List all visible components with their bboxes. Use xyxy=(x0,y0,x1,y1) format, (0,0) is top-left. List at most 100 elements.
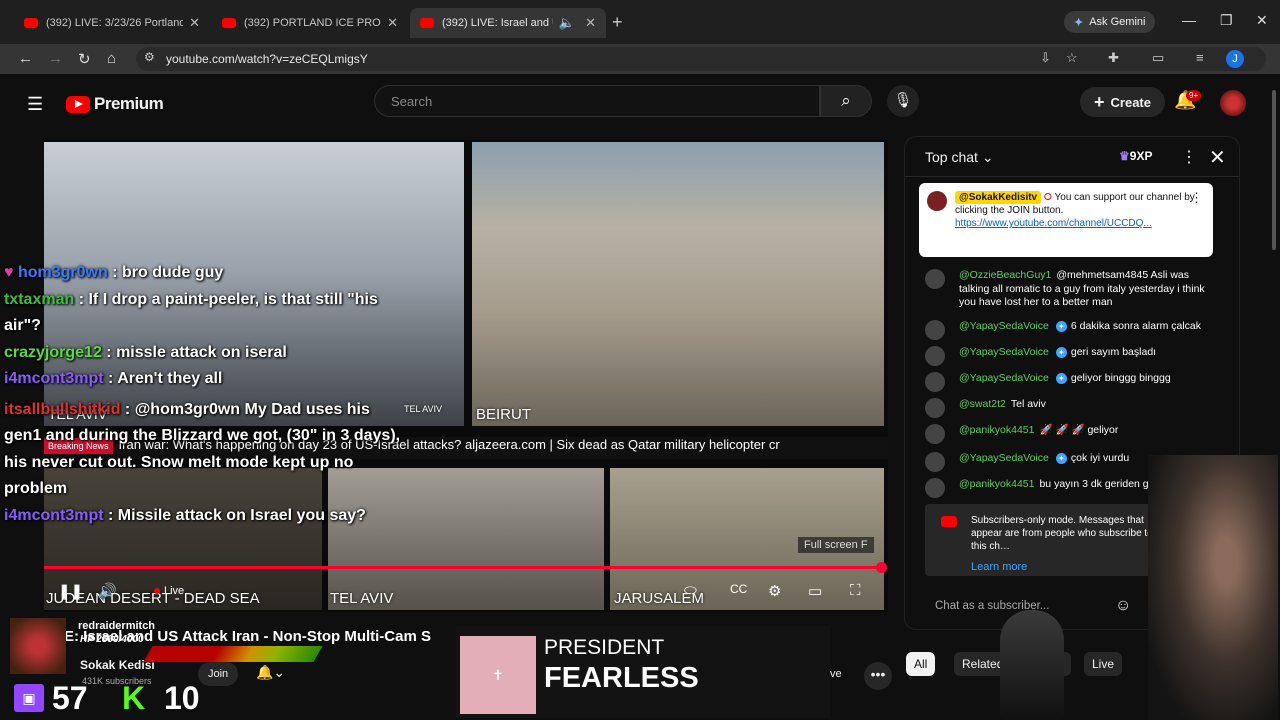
pinned-message[interactable]: @SokakKedisitv ⭘ You can support our cha… xyxy=(919,183,1213,257)
crown-icon: ♛ xyxy=(1119,149,1130,163)
browser-tab[interactable]: (392) LIVE: 3/23/26 Portland Pr… ✕ xyxy=(14,8,210,38)
omnibox[interactable]: ⚙ youtube.com/watch?v=zeCEQLmigsY ⇩ ☆ ✚ … xyxy=(136,47,1266,71)
stream-chat-overlay: ♥ hom3gr0wn : bro dude guy txtaxman : If… xyxy=(4,260,404,529)
pinned-link[interactable]: https://www.youtube.com/channel/UCCDQ... xyxy=(955,218,1152,229)
chat-author[interactable]: @YapaySedaVoice xyxy=(959,320,1049,332)
top-chat-label: Top chat xyxy=(925,149,978,165)
more-actions-icon[interactable]: ••• xyxy=(864,662,892,690)
close-tab-icon[interactable]: ✕ xyxy=(189,15,200,31)
profile-avatar[interactable]: J xyxy=(1226,50,1244,68)
overlay-chat-line: ♥ hom3gr0wn : bro dude guy xyxy=(4,260,404,287)
overlay-chat-line: i4mcont3mpt : Missile attack on Israel y… xyxy=(4,503,404,530)
autoplay-toggle-icon[interactable]: ⬭ xyxy=(684,582,697,599)
save-label[interactable]: ve xyxy=(830,668,842,680)
maximize-icon[interactable]: ❐ xyxy=(1220,12,1233,29)
avatar xyxy=(925,398,945,418)
camera-watermark: TEL AVIV xyxy=(404,404,443,414)
account-avatar[interactable] xyxy=(1220,90,1246,116)
subscribed-bell-icon[interactable]: 🔔⌄ xyxy=(256,664,285,681)
chat-message[interactable]: @OzzieBeachGuy1 @mehmetsam4845 Asli was t… xyxy=(925,269,1215,310)
close-window-icon[interactable]: ✕ xyxy=(1256,12,1268,29)
progress-bar[interactable] xyxy=(44,566,882,569)
minimize-icon[interactable]: — xyxy=(1182,12,1196,28)
chat-message[interactable]: @swat2t2 Tel aviv xyxy=(925,398,1215,418)
progress-scrubber[interactable] xyxy=(876,562,887,573)
chat-author[interactable]: @OzzieBeachGuy1 xyxy=(959,269,1051,281)
subscribers-only-notice: Subscribers-only mode. Messages that app… xyxy=(925,504,1169,576)
captions-icon[interactable]: CC xyxy=(730,582,747,596)
settings-gear-icon[interactable]: ⚙ xyxy=(768,582,781,600)
chip-all[interactable]: All xyxy=(906,652,936,676)
tab-title: (392) LIVE: 3/23/26 Portland Pr… xyxy=(46,17,184,29)
pinned-author: @SokakKedisitv xyxy=(955,191,1042,204)
chat-author[interactable]: @swat2t2 xyxy=(959,398,1006,410)
top-chat-dropdown[interactable]: Top chat ⌄ xyxy=(925,149,994,166)
new-tab-button[interactable]: + xyxy=(612,12,623,33)
chat-message[interactable]: @YapaySedaVoice ✦ geliyor binggg binggg xyxy=(925,372,1215,392)
search-button[interactable]: ⌕ xyxy=(820,85,872,117)
chat-message[interactable]: @YapaySedaVoice ✦ 6 dakika sonra alarm çal… xyxy=(925,320,1215,340)
cast-icon[interactable]: ▭ xyxy=(1152,50,1164,66)
overlay-chat-user: itsallbullshitkid xyxy=(4,400,121,418)
page-scrollbar[interactable] xyxy=(1272,90,1276,250)
close-chat-icon[interactable]: ✕ xyxy=(1209,145,1226,170)
close-tab-icon[interactable]: ✕ xyxy=(387,15,398,31)
fullscreen-icon[interactable]: ⛶ xyxy=(850,582,861,599)
volume-icon[interactable]: 🔊 xyxy=(98,582,117,600)
browser-tab-active[interactable]: (392) LIVE: Israel and US At… 🔈 ✕ xyxy=(410,8,606,38)
youtube-logo[interactable]: Premium xyxy=(66,94,164,114)
chat-menu-icon[interactable]: ⋮ xyxy=(1181,147,1197,167)
chat-message[interactable]: @panikyok4451 🚀 🚀 🚀 geliyor xyxy=(925,424,1215,444)
bookmark-star-icon[interactable]: ☆ xyxy=(1066,50,1078,66)
home-icon[interactable]: ⌂ xyxy=(107,50,116,67)
member-badge-icon: ✦ xyxy=(1055,320,1067,332)
pinned-menu-icon[interactable]: ⋮ xyxy=(1190,191,1203,204)
youtube-play-icon xyxy=(66,95,90,113)
overlay-chat-line: crazyjorge12 : missle attack on iseral xyxy=(4,340,404,367)
browser-tab-bar: (392) LIVE: 3/23/26 Portland Pr… ✕ (392) … xyxy=(0,0,1280,44)
avatar xyxy=(925,346,945,366)
youtube-favicon-icon xyxy=(222,18,236,28)
chat-author[interactable]: @panikyok4451 xyxy=(959,478,1034,490)
url-text: youtube.com/watch?v=zeCEQLmigsY xyxy=(166,52,368,66)
reload-icon[interactable]: ↻ xyxy=(78,50,91,68)
search-icon: ⌕ xyxy=(841,91,851,110)
forward-icon[interactable]: → xyxy=(48,50,63,67)
pause-icon[interactable]: ❚❚ xyxy=(58,582,83,600)
chat-author[interactable]: @YapaySedaVoice xyxy=(959,452,1049,464)
live-badge[interactable]: Live xyxy=(154,585,184,597)
chat-author[interactable]: @panikyok4451 xyxy=(959,424,1034,436)
voice-search-button[interactable]: 🎙 xyxy=(887,85,919,117)
media-icon[interactable]: ≡ xyxy=(1196,50,1204,65)
xp-badge[interactable]: ♛9XP xyxy=(1119,149,1152,163)
overlay-chat-line: i4mcont3mpt : Aren't they all xyxy=(4,366,404,393)
sub-mode-text: Subscribers-only mode. Messages that app… xyxy=(971,515,1153,552)
chat-badge-icon: ♥ xyxy=(4,264,14,281)
chat-author[interactable]: @YapaySedaVoice xyxy=(959,372,1049,384)
install-icon[interactable]: ⇩ xyxy=(1040,50,1051,66)
emoji-icon[interactable]: ☺ xyxy=(1115,597,1131,615)
menu-icon[interactable]: ☰ xyxy=(27,94,43,115)
overlay-chat-text: : Aren't they all xyxy=(103,370,223,387)
extensions-icon[interactable]: ✚ xyxy=(1108,50,1119,66)
site-info-icon[interactable]: ⚙ xyxy=(144,50,155,64)
close-tab-icon[interactable]: ✕ xyxy=(585,15,596,31)
create-button[interactable]: + Create xyxy=(1080,87,1165,117)
chip-live[interactable]: Live xyxy=(1084,652,1123,676)
back-icon[interactable]: ← xyxy=(18,50,33,67)
chevron-down-icon: ⌄ xyxy=(981,149,994,165)
speaker-icon[interactable]: 🔈 xyxy=(559,15,575,31)
webcam-overlay xyxy=(1148,455,1278,720)
search-input[interactable]: Search xyxy=(374,85,820,117)
avatar xyxy=(925,452,945,472)
learn-more-link[interactable]: Learn more xyxy=(971,561,1161,574)
theater-mode-icon[interactable]: ▭ xyxy=(808,582,822,600)
join-button[interactable]: Join xyxy=(198,662,239,686)
browser-tab[interactable]: (392) PORTLAND ICE PROTEST ✕ xyxy=(212,8,408,38)
chat-author[interactable]: @YapaySedaVoice xyxy=(959,346,1049,358)
ask-gemini-button[interactable]: ✦ Ask Gemini xyxy=(1064,11,1156,33)
address-toolbar: ← → ↻ ⌂ ⚙ youtube.com/watch?v=zeCEQLmigs… xyxy=(0,44,1280,74)
chat-header: Top chat ⌄ ♛9XP ⋮ ✕ xyxy=(905,137,1239,177)
chat-message[interactable]: @YapaySedaVoice ✦ geri sayım başladı xyxy=(925,346,1215,366)
redraider-avatar xyxy=(10,618,66,674)
